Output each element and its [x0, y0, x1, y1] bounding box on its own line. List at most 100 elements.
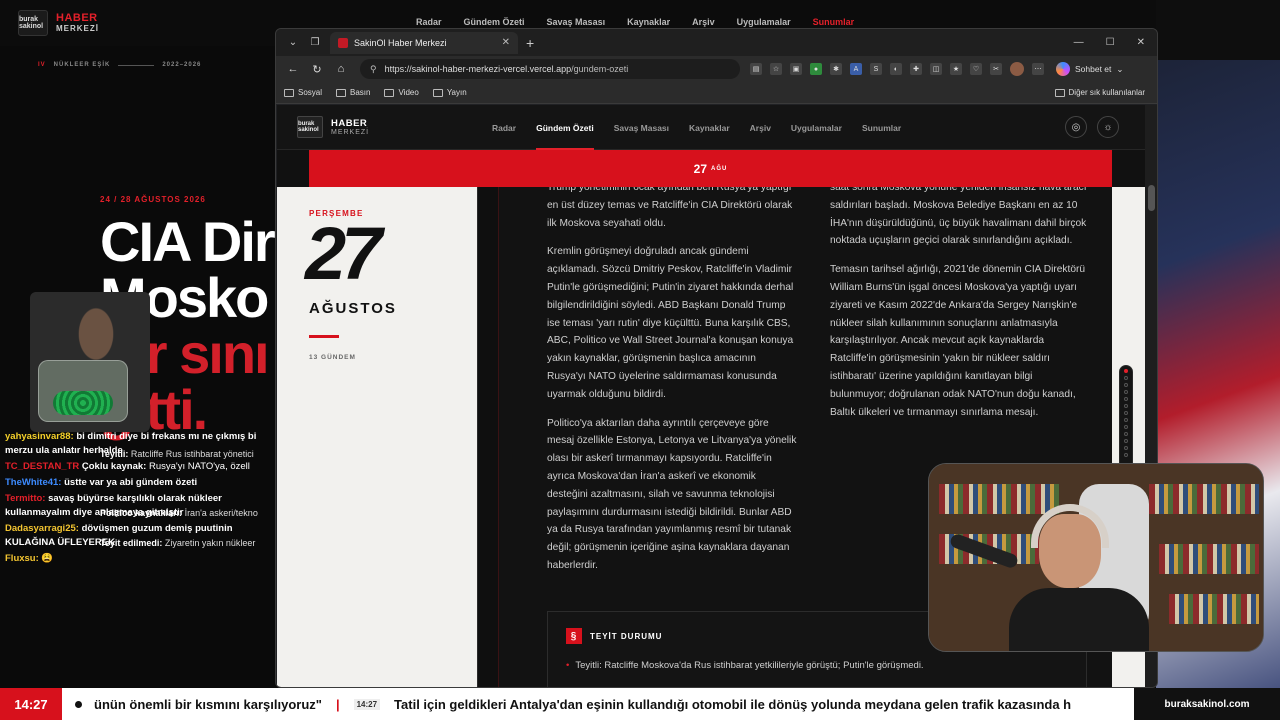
bg-nav-kaynaklar[interactable]: Kaynaklar	[627, 17, 670, 27]
site-tools: ◎ ☼	[1065, 116, 1119, 138]
article-column-1: Trump yönetiminin ocak ayından beri Rusy…	[547, 187, 797, 586]
section-icon: §	[566, 628, 582, 644]
chat-message: TC_DESTAN_TR Çoklu kaynak: Rusya'yı NATO…	[5, 460, 275, 474]
theme-toggle-icon[interactable]: ☼	[1097, 116, 1119, 138]
eyebrow-label: NÜKLEER EŞİK	[53, 62, 111, 68]
chevron-down-icon: ⌄	[1116, 63, 1124, 74]
bookmark-folder[interactable]: Basın	[336, 88, 370, 97]
workspaces-icon[interactable]: ❐	[304, 33, 326, 53]
nav-uygulamalar[interactable]: Uygulamalar	[791, 123, 842, 133]
behind-label: Çoklu kaynak:	[81, 461, 147, 472]
maximize-icon[interactable]: ☐	[1106, 37, 1115, 48]
chat-text: 😩	[41, 553, 54, 564]
folder-icon	[284, 88, 294, 97]
site-logo-badge: burak sakinol	[297, 116, 323, 138]
bookmark-label: Basın	[350, 88, 371, 97]
behind-label: Politico kaynakları:	[100, 508, 183, 518]
section-navigator[interactable]	[1119, 365, 1133, 471]
copilot-chat-button[interactable]: Sohbet et ⌄	[1056, 62, 1124, 76]
favorites-icon[interactable]: ★	[950, 63, 962, 75]
refresh-icon[interactable]: ↻	[306, 63, 328, 76]
bg-nav-radar[interactable]: Radar	[416, 17, 442, 27]
bookmark-label: Yayın	[446, 88, 467, 97]
extension-icon[interactable]: ◐	[890, 63, 902, 75]
bookmarks-bar: Sosyal Basın Video Yayın Diğer sık kulla…	[276, 82, 1157, 104]
eyebrow-years: 2022–2026	[162, 62, 202, 68]
extensions-puzzle-icon[interactable]: ✚	[910, 63, 922, 75]
home-icon[interactable]: ⌂	[330, 63, 352, 75]
bookmark-label: Video	[398, 88, 419, 97]
verification-item: • Teyitli: Ratcliffe Moskova'da Rus istih…	[566, 660, 924, 671]
news-ticker: 14:27 ünün önemli bir kısmını karşılıyor…	[0, 688, 1280, 720]
address-bar-row: ← ↻ ⌂ ⚲ https://sakinol-haber-merkezi-ve…	[276, 56, 1157, 82]
logo-subtitle: MERKEZİ	[56, 24, 99, 33]
date-bar-day: 27	[693, 161, 707, 176]
favorite-star-icon[interactable]: ☆	[770, 63, 782, 75]
bg-nav-sunumlar[interactable]: Sunumlar	[813, 17, 855, 27]
new-tab-icon[interactable]: +	[526, 35, 534, 51]
streamer-webcam	[928, 463, 1264, 652]
copilot-icon	[1056, 62, 1070, 76]
chat-text: üstte var ya abi gündem özeti	[64, 477, 198, 488]
candy-bag-image	[38, 360, 128, 422]
other-favorites[interactable]: Diğer sık kullanılanlar	[1054, 88, 1145, 97]
behind-text: Ratcliffe Rus istihbarat yönetici	[130, 449, 254, 459]
translate-icon[interactable]: A	[850, 63, 862, 75]
bg-nav-uygulamalar[interactable]: Uygulamalar	[737, 17, 791, 27]
browser-essentials-icon[interactable]: ♡	[970, 63, 982, 75]
extension-icon[interactable]: ✱	[830, 63, 842, 75]
chat-message: TheWhite41: üstte var ya abi gündem özet…	[5, 476, 275, 490]
more-menu-icon[interactable]: ⋯	[1032, 63, 1044, 75]
nav-gundem-ozeti[interactable]: Gündem Özeti	[536, 105, 594, 150]
ticker-timestamp: 14:27	[353, 698, 381, 710]
ticker-clock: 14:27	[0, 688, 62, 720]
extension-icon[interactable]: S	[870, 63, 882, 75]
url-field[interactable]: ⚲ https://sakinol-haber-merkezi-vercel.v…	[360, 59, 740, 79]
chat-user: Dadasyarragi25:	[5, 523, 79, 534]
minimize-icon[interactable]: —	[1074, 37, 1084, 48]
folder-icon	[1054, 88, 1065, 97]
close-tab-icon[interactable]: ✕	[502, 37, 510, 48]
tab-favicon-icon	[338, 37, 348, 48]
toolbar-icons: ▤ ☆ ▣ ● ✱ A S ◐ ✚ ◫ ★ ♡ ✂ ⋯	[750, 62, 1044, 76]
bookmark-folder[interactable]: Video	[384, 88, 419, 97]
nav-radar[interactable]: Radar	[492, 123, 516, 133]
bg-nav-arsiv[interactable]: Arşiv	[692, 17, 715, 27]
article-paragraph: Trump yönetiminin ocak ayından beri Rusy…	[547, 187, 793, 229]
window-controls: — ☐ ✕	[1074, 37, 1145, 48]
browser-tab[interactable]: SakinOl Haber Merkezi ✕	[330, 31, 518, 54]
article-paragraph: Kremlin görüşmeyi doğruladı ancak gündem…	[547, 246, 794, 400]
behind-row: Teyitli: Ratcliffe Rus istihbarat yöneti…	[100, 449, 254, 459]
bookmark-folder[interactable]: Sosyal	[284, 88, 322, 97]
split-screen-icon[interactable]: ◫	[930, 63, 942, 75]
nav-kaynaklar[interactable]: Kaynaklar	[689, 123, 730, 133]
close-window-icon[interactable]: ✕	[1137, 37, 1145, 48]
verification-header: § TEYİT DURUMU	[566, 628, 662, 644]
background-eyebrow: IV NÜKLEER EŞİK 2022–2026	[38, 62, 201, 68]
nav-arsiv[interactable]: Arşiv	[750, 123, 771, 133]
behind-label: Teyitli:	[100, 449, 129, 459]
site-info-icon[interactable]: ⚲	[370, 64, 377, 75]
extension-icon[interactable]: ▣	[790, 63, 802, 75]
tab-actions-icon[interactable]: ⌄	[282, 33, 304, 53]
screenshot-icon[interactable]: ✂	[990, 63, 1002, 75]
bg-nav-gundem[interactable]: Gündem Özeti	[464, 17, 525, 27]
nav-savas-masasi[interactable]: Savaş Masası	[614, 123, 669, 133]
site-logo[interactable]: burak sakinol HABER MERKEZİ	[297, 116, 369, 138]
reader-icon[interactable]: ▤	[750, 63, 762, 75]
settings-icon[interactable]: ◎	[1065, 116, 1087, 138]
back-icon[interactable]: ←	[282, 63, 304, 75]
nav-sunumlar[interactable]: Sunumlar	[862, 123, 901, 133]
bg-nav-savas[interactable]: Savaş Masası	[547, 17, 606, 27]
scrollbar-thumb[interactable]	[1148, 185, 1155, 211]
streamer-small-cam	[30, 292, 150, 432]
bookmark-folder[interactable]: Yayın	[432, 88, 467, 97]
extension-icon[interactable]: ●	[810, 63, 822, 75]
tab-bar: ⌄ ❐ SakinOl Haber Merkezi ✕ + — ☐ ✕	[276, 29, 1157, 56]
folder-icon	[384, 88, 395, 97]
chat-user: yahyasinvar88:	[5, 431, 74, 442]
chat-user: TheWhite41:	[5, 477, 62, 488]
profile-avatar[interactable]	[1010, 62, 1024, 76]
chat-user: Termitto:	[5, 493, 46, 504]
chat-message: Fluxsu: 😩	[5, 552, 275, 566]
